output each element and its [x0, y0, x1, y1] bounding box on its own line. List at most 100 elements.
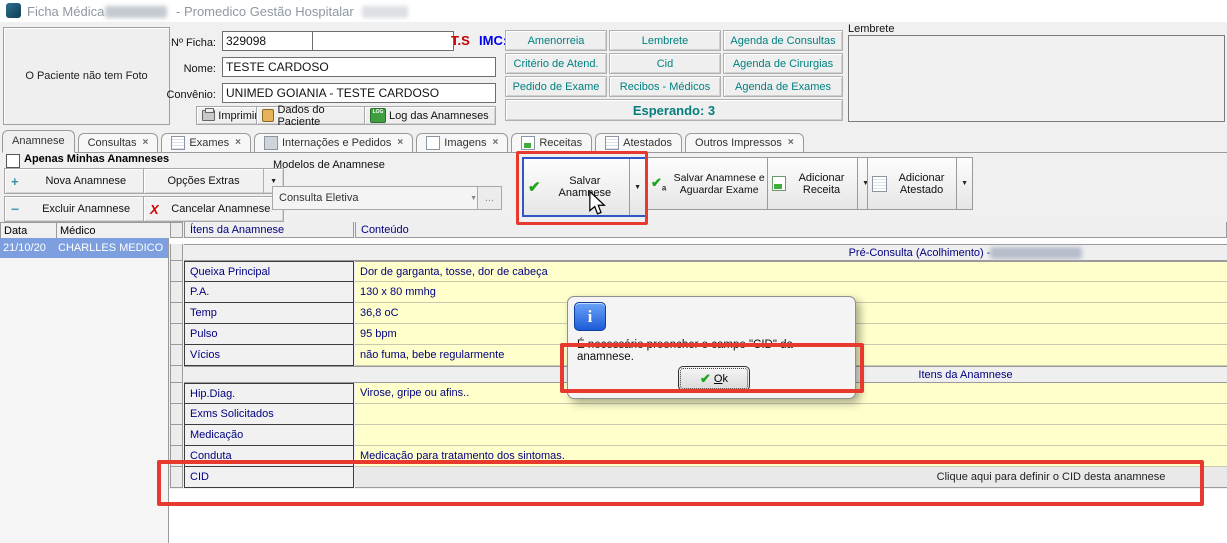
check-icon: ✔a	[651, 175, 666, 193]
print-button[interactable]: Imprimir	[196, 106, 264, 125]
row-item-label: CID	[184, 467, 354, 488]
button-divider	[857, 158, 858, 209]
lembrete-box[interactable]	[848, 35, 1225, 122]
chevron-down-icon[interactable]: ▼	[270, 178, 277, 185]
items-column-header[interactable]: Ítens da Anamnese	[184, 222, 354, 238]
row-item-label: Hip.Diag.	[184, 383, 354, 404]
history-header-doctor[interactable]: Médico	[56, 222, 172, 239]
row-selector-cell[interactable]	[170, 404, 183, 425]
button-divider	[956, 158, 957, 209]
tab-label: Outros Impressos	[695, 134, 782, 152]
table-row: Medicação	[170, 425, 1227, 446]
cid-placeholder-text[interactable]: Clique aqui para definir o CID desta ana…	[885, 467, 1217, 487]
dialog-message: É necessário preencher o campo "CID" da …	[577, 339, 849, 363]
tab-anamnese[interactable]: Anamnese	[2, 130, 75, 153]
quick-button-pedido-exame[interactable]: Pedido de Exame	[505, 76, 607, 97]
only-my-anamneses-checkbox[interactable]	[6, 154, 20, 168]
row-selector-cell	[170, 222, 183, 238]
ts-badge[interactable]: T.S	[451, 33, 470, 48]
table-row-cid: CID Clique aqui para definir o CID desta…	[170, 467, 1227, 488]
row-content-cell[interactable]	[355, 425, 1227, 446]
recipe-icon	[772, 176, 786, 191]
row-item-label: P.A.	[184, 282, 354, 303]
table-bottom-blank	[169, 489, 1227, 543]
anamnesis-log-button[interactable]: LOG Log das Anamneses	[364, 106, 496, 125]
chevron-down-icon[interactable]: ▼	[961, 180, 968, 187]
redacted-name-chip	[990, 247, 1082, 259]
anamnesis-model-select[interactable]: Consulta Eletiva ▼	[272, 186, 484, 210]
tab-label: Internações e Pedidos	[282, 134, 391, 152]
redacted-patient-chip	[105, 6, 167, 18]
delete-anamnesis-label: Excluir Anamnese	[25, 203, 147, 215]
row-selector-cell[interactable]	[170, 446, 183, 467]
extra-options-button[interactable]: Opções Extras ▼	[143, 168, 284, 194]
chevron-down-icon: ▼	[470, 195, 477, 202]
button-divider	[263, 169, 264, 193]
add-recipe-label-line1: Adicionar	[799, 172, 845, 184]
tab-bar: Anamnese Consultas × Exames × Internaçõe…	[2, 130, 1227, 153]
tab-outros-impressos[interactable]: Outros Impressos ×	[685, 133, 804, 152]
tab-exames[interactable]: Exames ×	[161, 133, 251, 152]
row-selector-cell[interactable]	[170, 425, 183, 446]
new-anamnesis-button[interactable]: + Nova Anamnese	[4, 168, 154, 194]
quick-button-agenda-consultas[interactable]: Agenda de Consultas	[723, 30, 843, 51]
tab-internacoes-pedidos[interactable]: Internações e Pedidos ×	[254, 133, 413, 152]
save-wait-label-line2: Aguardar Exame	[680, 184, 759, 196]
add-certificate-button[interactable]: Adicionar Atestado ▼	[867, 157, 973, 210]
history-row-selected[interactable]: 21/10/20 CHARLLES MEDICO	[0, 238, 168, 258]
tab-close-icon[interactable]: ×	[788, 134, 794, 152]
ficha-input[interactable]	[222, 31, 314, 51]
section-title-text: Pré-Consulta (Acolhimento) -	[849, 247, 991, 259]
tab-close-icon[interactable]: ×	[492, 134, 498, 152]
content-column-header[interactable]: Conteúdo	[355, 222, 1227, 238]
add-recipe-button[interactable]: Adicionar Receita ▼	[767, 157, 874, 210]
row-content-cell[interactable]: Dor de garganta, tosse, dor de cabeça	[355, 261, 1227, 282]
tab-consultas[interactable]: Consultas ×	[78, 133, 159, 152]
quick-button-cid[interactable]: Cid	[609, 53, 721, 74]
tab-imagens[interactable]: Imagens ×	[416, 133, 508, 152]
history-header-date[interactable]: Data	[0, 222, 60, 239]
row-selector-cell[interactable]	[170, 282, 183, 303]
ok-button[interactable]: ✔ Ok	[678, 366, 750, 391]
info-icon: i	[574, 302, 606, 331]
row-selector-cell[interactable]	[170, 383, 183, 404]
printer-tab-icon	[264, 136, 278, 150]
row-selector-cell[interactable]	[170, 303, 183, 324]
patient-data-button[interactable]: Dados do Paciente	[256, 106, 372, 125]
save-and-wait-exam-button[interactable]: ✔a Salvar Anamnese e Aguardar Exame	[646, 157, 773, 210]
check-icon: ✔	[700, 371, 711, 387]
row-item-label: Temp	[184, 303, 354, 324]
cid-content-cell[interactable]: Clique aqui para definir o CID desta ana…	[355, 467, 1227, 488]
quick-button-criterio-atend[interactable]: Critério de Atend.	[505, 53, 607, 74]
quick-button-recibos-medicos[interactable]: Recibos - Médicos	[609, 76, 721, 97]
row-selector-cell[interactable]	[170, 324, 183, 345]
cancel-anamnesis-button[interactable]: X Cancelar Anamnese	[143, 196, 284, 222]
row-content-cell[interactable]	[355, 404, 1227, 425]
quick-button-amenorreia[interactable]: Amenorreia	[505, 30, 607, 51]
window-title-product: - Promedico Gestão Hospitalar	[176, 4, 354, 19]
models-label: Modelos de Anamnese	[273, 159, 385, 171]
save-anamnesis-button[interactable]: ✔ Salvar Anamnese ▼	[522, 157, 647, 217]
delete-anamnesis-button[interactable]: − Excluir Anamnese	[4, 196, 154, 222]
convenio-input[interactable]	[222, 83, 496, 103]
chevron-down-icon[interactable]: ▼	[634, 184, 641, 191]
ficha-secondary-input[interactable]	[312, 31, 454, 51]
image-tab-icon	[426, 136, 440, 150]
row-selector-cell[interactable]	[170, 261, 183, 282]
quick-button-lembrete[interactable]: Lembrete	[609, 30, 721, 51]
quick-button-agenda-exames[interactable]: Agenda de Exames	[723, 76, 843, 97]
quick-button-agenda-cirurgias[interactable]: Agenda de Cirurgias	[723, 53, 843, 74]
tab-close-icon[interactable]: ×	[143, 134, 149, 152]
nome-input[interactable]	[222, 57, 496, 77]
row-content-cell[interactable]: Medicação para tratamento dos sintomas.	[355, 446, 1227, 467]
row-selector-cell[interactable]	[170, 345, 183, 366]
row-selector-cell[interactable]	[170, 467, 183, 488]
window-title-app: Ficha Médica	[27, 4, 104, 19]
tab-receitas[interactable]: Receitas	[511, 133, 592, 152]
section-title-pre-consulta: Pré-Consulta (Acolhimento) -	[704, 245, 1227, 260]
tab-close-icon[interactable]: ×	[397, 134, 403, 152]
save-label-line1: Salvar	[569, 175, 600, 187]
model-browse-button[interactable]: ...	[477, 186, 502, 210]
tab-atestados[interactable]: Atestados	[595, 133, 682, 152]
tab-close-icon[interactable]: ×	[235, 134, 241, 152]
